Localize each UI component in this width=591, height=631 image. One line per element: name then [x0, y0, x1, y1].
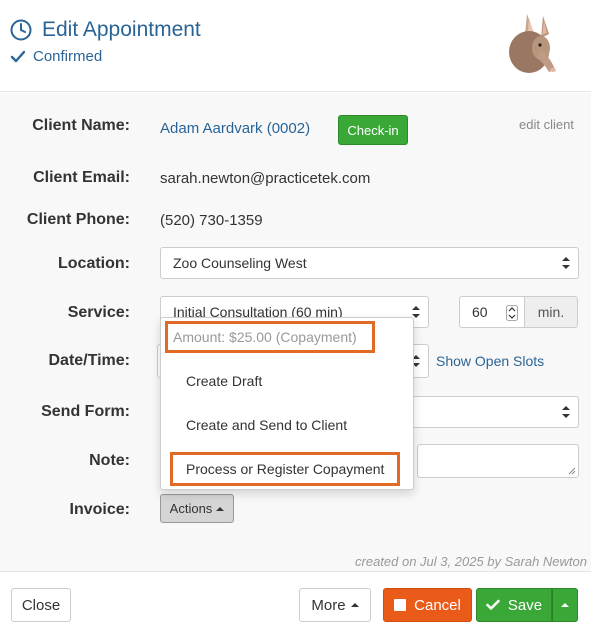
note-label: Note:	[89, 452, 130, 469]
highlight-box	[170, 452, 400, 486]
avatar	[509, 14, 556, 73]
save-label: Save	[507, 596, 543, 614]
cancel-button[interactable]: Cancel	[383, 588, 472, 622]
note-textarea[interactable]	[417, 444, 579, 478]
menu-item-create-draft[interactable]: Create Draft	[186, 373, 262, 389]
service-label: Service:	[67, 304, 130, 321]
invoice-actions-menu: Amount: $25.00 (Copayment) Create Draft …	[160, 317, 414, 490]
duration-value: 60	[472, 304, 488, 320]
amount-header: Amount: $25.00 (Copayment)	[165, 321, 375, 353]
select-arrows-icon	[562, 406, 570, 418]
datetime-label: Date/Time:	[48, 352, 130, 369]
more-label: More	[311, 596, 346, 614]
footer: Close More Cancel Save	[0, 571, 591, 631]
resize-handle-icon[interactable]	[568, 467, 576, 475]
caret-up-icon	[216, 506, 225, 511]
show-open-slots-link[interactable]: Show Open Slots	[436, 353, 544, 369]
client-phone-label: Client Phone:	[26, 211, 130, 228]
save-options-button[interactable]	[552, 588, 578, 622]
actions-label: Actions	[169, 501, 213, 516]
client-email: sarah.newton@practicetek.com	[160, 170, 371, 187]
client-phone: (520) 730-1359	[160, 212, 263, 229]
select-arrows-icon	[412, 306, 420, 318]
menu-item-create-and-send[interactable]: Create and Send to Client	[186, 417, 347, 433]
location-select[interactable]: Zoo Counseling West	[160, 247, 579, 279]
location-label: Location:	[58, 255, 130, 272]
duration-unit: min.	[525, 296, 578, 328]
client-name-link[interactable]: Adam Aardvark (0002)	[160, 120, 310, 137]
location-value: Zoo Counseling West	[173, 255, 307, 271]
stop-icon	[394, 599, 407, 611]
cancel-label: Cancel	[414, 596, 461, 614]
client-name-label: Client Name:	[32, 117, 130, 134]
more-button[interactable]: More	[299, 588, 371, 622]
select-arrows-icon	[562, 257, 570, 269]
close-button[interactable]: Close	[11, 588, 71, 622]
actions-button[interactable]: Actions	[160, 494, 234, 523]
edit-client-link[interactable]: edit client	[519, 117, 574, 132]
save-button[interactable]: Save	[476, 588, 552, 622]
invoice-label: Invoice:	[69, 501, 130, 518]
clock-icon	[10, 19, 32, 41]
created-info: created on Jul 3, 2025 by Sarah Newton	[355, 554, 587, 569]
client-email-label: Client Email:	[33, 169, 130, 186]
check-icon	[486, 599, 500, 610]
caret-up-icon	[561, 603, 569, 607]
appointment-form: Client Name: Adam Aardvark (0002) Check-…	[0, 93, 591, 571]
header: Edit Appointment Confirmed	[0, 0, 591, 92]
duration-input[interactable]: 60	[459, 296, 525, 328]
status-label: Confirmed	[33, 48, 103, 65]
spinner-icon[interactable]	[506, 305, 518, 321]
caret-up-icon	[350, 603, 359, 607]
check-in-button[interactable]: Check-in	[338, 115, 408, 145]
check-icon	[10, 50, 26, 63]
send-form-label: Send Form:	[41, 403, 130, 420]
page-title: Edit Appointment	[42, 18, 201, 41]
